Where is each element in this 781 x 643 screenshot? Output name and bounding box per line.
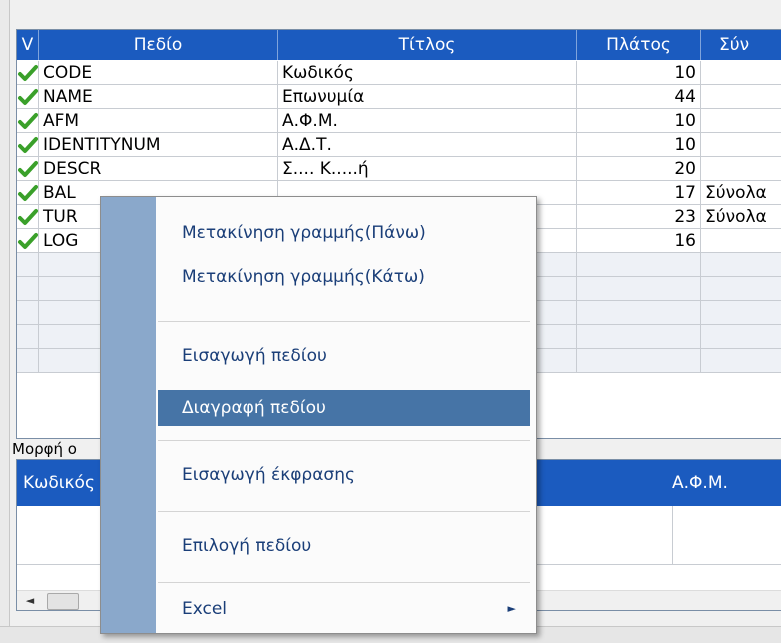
menu-item-label: Μετακίνηση γραμμής(Κάτω)	[182, 267, 425, 287]
check-icon	[18, 185, 38, 201]
menu-icon-gutter	[101, 197, 156, 633]
menu-item-delete-field[interactable]: Διαγραφή πεδίου	[158, 390, 530, 426]
menu-item-label: Επιλογή πεδίου	[182, 536, 312, 556]
sum-cell[interactable]	[701, 229, 781, 253]
visible-cell[interactable]	[17, 325, 39, 349]
menu-item-select-field[interactable]: Επιλογή πεδίου	[158, 528, 530, 564]
field-cell[interactable]: DESCR	[39, 157, 278, 181]
visible-cell[interactable]	[17, 205, 39, 229]
table-row[interactable]: CODE Κωδικός 10	[17, 61, 781, 85]
width-cell[interactable]: 16	[577, 229, 701, 253]
menu-separator	[158, 440, 530, 441]
menu-item-label: Διαγραφή πεδίου	[182, 398, 326, 418]
column-header-title[interactable]: Τίτλος	[278, 30, 577, 60]
preview-label: Μορφή ο	[12, 440, 77, 458]
visible-cell[interactable]	[17, 277, 39, 301]
visible-cell[interactable]	[17, 85, 39, 109]
check-icon	[18, 233, 38, 249]
sum-cell[interactable]	[701, 85, 781, 109]
sum-cell[interactable]	[701, 61, 781, 85]
title-cell[interactable]: Κωδικός	[278, 61, 577, 85]
menu-item-label: Excel	[182, 599, 228, 619]
visible-cell[interactable]	[17, 109, 39, 133]
width-cell[interactable]: 44	[577, 85, 701, 109]
column-header-field[interactable]: Πεδίο	[39, 30, 278, 60]
check-icon	[18, 89, 38, 105]
column-header-width[interactable]: Πλάτος	[577, 30, 701, 60]
field-cell[interactable]: AFM	[39, 109, 278, 133]
visible-cell[interactable]	[17, 229, 39, 253]
menu-item-insert-expression[interactable]: Εισαγωγή έκφρασης	[158, 457, 530, 493]
menu-item-insert-field[interactable]: Εισαγωγή πεδίου	[158, 338, 530, 374]
title-cell[interactable]: Α.Δ.Τ.	[278, 133, 577, 157]
table-row[interactable]: AFM Α.Φ.Μ. 10	[17, 109, 781, 133]
width-cell[interactable]	[577, 253, 701, 277]
table-row[interactable]: NAME Επωνυμία 44	[17, 85, 781, 109]
preview-column-divider	[672, 506, 673, 564]
sum-cell[interactable]	[701, 301, 781, 325]
width-cell[interactable]: 10	[577, 133, 701, 157]
menu-separator	[158, 321, 530, 322]
column-header-sum[interactable]: Σύν	[701, 30, 781, 60]
sum-cell[interactable]: Σύνολα	[701, 181, 781, 205]
table-row[interactable]: DESCR Σ.... Κ.....ή 20	[17, 157, 781, 181]
title-cell[interactable]: Επωνυμία	[278, 85, 577, 109]
field-cell[interactable]: CODE	[39, 61, 278, 85]
width-cell[interactable]	[577, 277, 701, 301]
sum-cell[interactable]	[701, 325, 781, 349]
menu-separator	[158, 511, 530, 512]
check-icon	[18, 161, 38, 177]
visible-cell[interactable]	[17, 181, 39, 205]
sum-cell[interactable]: Σύνολα	[701, 205, 781, 229]
visible-cell[interactable]	[17, 61, 39, 85]
width-cell[interactable]	[577, 325, 701, 349]
width-cell[interactable]	[577, 301, 701, 325]
window-frame-left	[0, 0, 10, 642]
menu-item-label: Μετακίνηση γραμμής(Πάνω)	[182, 223, 426, 243]
width-cell[interactable]: 10	[577, 61, 701, 85]
visible-cell[interactable]	[17, 349, 39, 373]
menu-item-label: Εισαγωγή πεδίου	[182, 346, 327, 366]
menu-item-move-row-down[interactable]: Μετακίνηση γραμμής(Κάτω)	[158, 259, 530, 295]
grid-header: V Πεδίο Τίτλος Πλάτος Σύν	[17, 30, 781, 60]
check-icon	[18, 113, 38, 129]
check-icon	[18, 137, 38, 153]
context-menu: Μετακίνηση γραμμής(Πάνω) Μετακίνηση γραμ…	[100, 196, 537, 634]
table-row[interactable]: IDENTITYNUM Α.Δ.Τ. 10	[17, 133, 781, 157]
sum-cell[interactable]	[701, 157, 781, 181]
width-cell[interactable]: 23	[577, 205, 701, 229]
sum-cell[interactable]	[701, 253, 781, 277]
menu-item-move-row-up[interactable]: Μετακίνηση γραμμής(Πάνω)	[158, 215, 530, 251]
width-cell[interactable]: 17	[577, 181, 701, 205]
scroll-thumb[interactable]	[47, 593, 79, 610]
menu-item-label: Εισαγωγή έκφρασης	[182, 465, 355, 485]
field-cell[interactable]: IDENTITYNUM	[39, 133, 278, 157]
check-icon	[18, 209, 38, 225]
visible-cell[interactable]	[17, 253, 39, 277]
sum-cell[interactable]	[701, 109, 781, 133]
sum-cell[interactable]	[701, 133, 781, 157]
check-icon	[18, 65, 38, 81]
column-header-visible[interactable]: V	[17, 30, 39, 60]
visible-cell[interactable]	[17, 133, 39, 157]
field-cell[interactable]: NAME	[39, 85, 278, 109]
title-cell[interactable]: Σ.... Κ.....ή	[278, 157, 577, 181]
submenu-arrow-icon: ►	[507, 602, 516, 615]
sum-cell[interactable]	[701, 349, 781, 373]
scroll-left-icon[interactable]: ◄	[19, 591, 41, 610]
visible-cell[interactable]	[17, 301, 39, 325]
preview-header-afm: Α.Φ.Μ.	[672, 473, 728, 493]
menu-separator	[158, 582, 530, 583]
width-cell[interactable]: 10	[577, 109, 701, 133]
preview-header-code: Κωδικός	[23, 473, 95, 493]
sum-cell[interactable]	[701, 277, 781, 301]
visible-cell[interactable]	[17, 157, 39, 181]
width-cell[interactable]	[577, 349, 701, 373]
menu-item-excel[interactable]: Excel ►	[158, 591, 530, 627]
width-cell[interactable]: 20	[577, 157, 701, 181]
title-cell[interactable]: Α.Φ.Μ.	[278, 109, 577, 133]
